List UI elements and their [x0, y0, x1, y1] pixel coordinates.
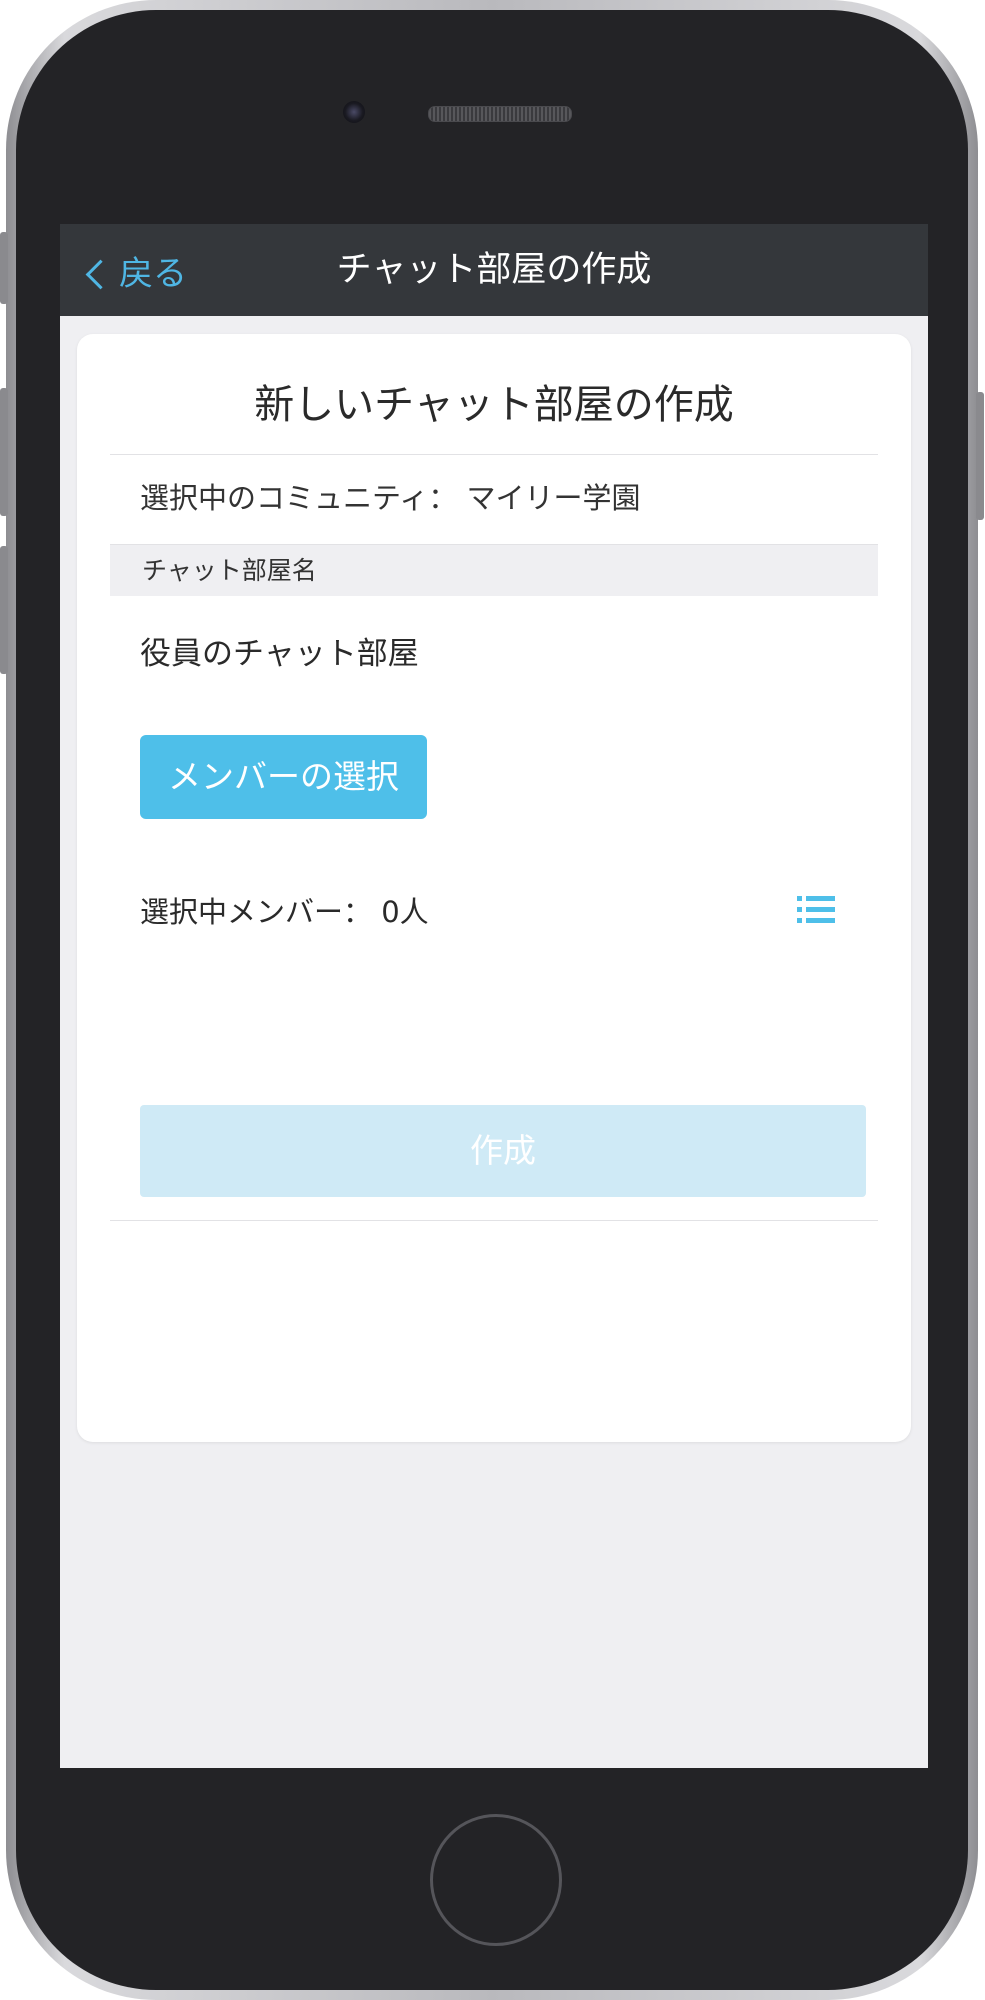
selected-members: 選択中メンバー： 0人 [140, 894, 429, 930]
selected-community: 選択中のコミュニティ： マイリー学園 [140, 480, 641, 516]
bottom-divider [110, 1220, 878, 1221]
volume-up-button [0, 388, 8, 516]
room-name-input[interactable] [140, 634, 840, 674]
app-screen: 戻る チャット部屋の作成 新しいチャット部屋の作成 選択中のコミュニティ： マイ… [60, 224, 928, 1768]
phone-frame: 戻る チャット部屋の作成 新しいチャット部屋の作成 選択中のコミュニティ： マイ… [0, 0, 984, 2000]
title-divider [110, 454, 878, 455]
navigation-bar: 戻る チャット部屋の作成 [60, 224, 928, 316]
mute-switch [0, 232, 8, 304]
page-title: チャット部屋の作成 [336, 250, 652, 290]
list-icon[interactable] [797, 894, 835, 926]
create-button[interactable]: 作成 [140, 1105, 866, 1197]
earpiece-speaker [428, 106, 572, 122]
community-label: 選択中のコミュニティ： [140, 481, 458, 515]
create-room-card: 新しいチャット部屋の作成 選択中のコミュニティ： マイリー学園 チャット部屋名 … [77, 334, 911, 1442]
community-name: マイリー学園 [466, 481, 641, 515]
home-button[interactable] [430, 1814, 562, 1946]
power-button [976, 392, 984, 520]
front-camera [343, 101, 365, 123]
select-members-button[interactable]: メンバーの選択 [140, 735, 427, 819]
selected-members-count: 0人 [381, 895, 429, 929]
card-title: 新しいチャット部屋の作成 [254, 382, 734, 428]
room-name-section-header: チャット部屋名 [110, 544, 878, 596]
selected-members-label: 選択中メンバー： [140, 895, 373, 929]
volume-down-button [0, 546, 8, 674]
room-name-header-label: チャット部屋名 [142, 556, 317, 585]
